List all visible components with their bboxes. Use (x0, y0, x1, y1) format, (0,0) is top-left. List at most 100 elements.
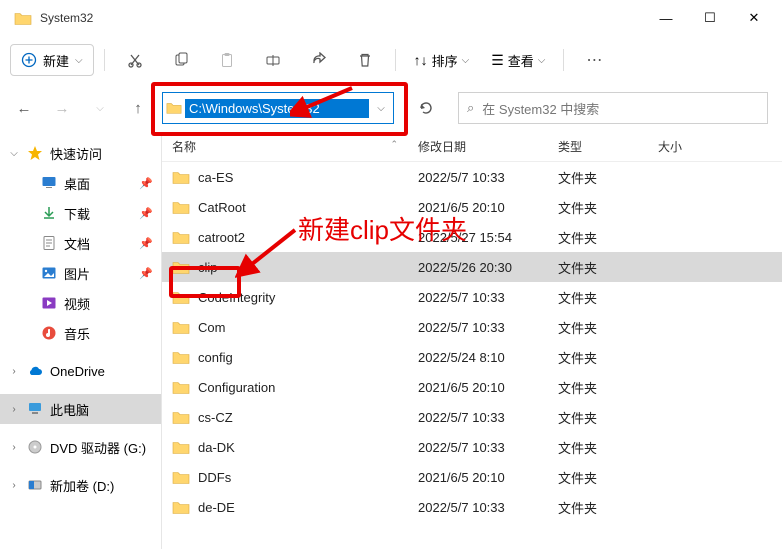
file-name: clip (198, 260, 218, 275)
sidebar-item-quick-access[interactable]: ⌵ 快速访问 (0, 138, 161, 168)
column-header-size[interactable]: 大小 (648, 138, 782, 155)
file-date: 2022/5/7 10:33 (408, 290, 548, 305)
cut-button[interactable] (115, 44, 155, 76)
file-name: da-DK (198, 440, 235, 455)
sort-indicator-icon: ⌃ (390, 139, 398, 150)
view-label: 查看 (508, 51, 534, 70)
sort-button[interactable]: ↑↓ 排序 ⌵ (406, 51, 478, 70)
cloud-icon (26, 363, 44, 379)
file-row[interactable]: ca-ES2022/5/7 10:33文件夹 (162, 162, 782, 192)
music-icon (40, 325, 58, 341)
rename-icon (265, 52, 281, 68)
file-row[interactable]: cs-CZ2022/5/7 10:33文件夹 (162, 402, 782, 432)
folder-icon (172, 470, 190, 485)
file-date: 2022/5/27 15:54 (408, 230, 548, 245)
file-row[interactable]: CodeIntegrity2022/5/7 10:33文件夹 (162, 282, 782, 312)
folder-icon (172, 440, 190, 455)
address-dropdown[interactable]: ⌵ (369, 103, 393, 114)
file-row[interactable]: clip 2022/5/26 20:30文件夹 (162, 252, 782, 282)
column-header-modified[interactable]: 修改日期 (408, 138, 548, 155)
forward-button[interactable]: → (48, 94, 76, 122)
plus-icon (21, 52, 37, 68)
close-button[interactable]: ✕ (732, 2, 776, 34)
sidebar-item-label: 图片 (64, 264, 90, 283)
refresh-icon (418, 100, 434, 116)
sort-icon: ↑↓ (414, 52, 428, 68)
sidebar-item-downloads[interactable]: 下载📌 (14, 198, 161, 228)
file-row[interactable]: da-DK2022/5/7 10:33文件夹 (162, 432, 782, 462)
sidebar-item-desktop[interactable]: 桌面 📌 (14, 168, 161, 198)
address-bar[interactable]: ⌵ (162, 92, 394, 124)
back-button[interactable]: ← (10, 94, 38, 122)
file-name: de-DE (198, 500, 235, 515)
file-row[interactable]: config2022/5/24 8:10文件夹 (162, 342, 782, 372)
sidebar-item-onedrive[interactable]: ›OneDrive (0, 356, 161, 386)
file-row[interactable]: Com2022/5/7 10:33文件夹 (162, 312, 782, 342)
file-date: 2021/6/5 20:10 (408, 380, 548, 395)
recent-dropdown[interactable]: ⌵ (86, 94, 114, 122)
view-button[interactable]: ☰ 查看 ⌵ (483, 51, 553, 70)
file-date: 2021/6/5 20:10 (408, 470, 548, 485)
file-row[interactable]: catroot22022/5/27 15:54文件夹 (162, 222, 782, 252)
chevron-down-icon: ⌵ (538, 55, 546, 66)
file-type: 文件夹 (548, 258, 648, 277)
chevron-down-icon: ⌵ (462, 55, 470, 66)
sidebar-item-dvd[interactable]: ›DVD 驱动器 (G:) (0, 432, 161, 462)
file-row[interactable]: DDFs 2021/6/5 20:10文件夹 (162, 462, 782, 492)
minimize-button[interactable]: ― (644, 2, 688, 34)
file-type: 文件夹 (548, 288, 648, 307)
file-date: 2022/5/24 8:10 (408, 350, 548, 365)
sidebar-item-videos[interactable]: 视频 (14, 288, 161, 318)
file-date: 2022/5/26 20:30 (408, 260, 548, 275)
sidebar-item-pictures[interactable]: 图片 📌 (14, 258, 161, 288)
sidebar-item-label: OneDrive (50, 364, 105, 379)
delete-button[interactable] (345, 44, 385, 76)
chevron-down-icon: ⌵ (8, 148, 20, 159)
file-name: catroot2 (198, 230, 245, 245)
maximize-button[interactable]: ☐ (688, 2, 732, 34)
search-input[interactable]: ⌕ 在 System32 中搜索 (458, 92, 768, 124)
pc-icon (26, 401, 44, 417)
new-button[interactable]: 新建 ⌵ (10, 44, 94, 76)
paste-button[interactable] (207, 44, 247, 76)
sort-label: 排序 (432, 51, 458, 70)
file-row[interactable]: de-DE2022/5/7 10:33文件夹 (162, 492, 782, 522)
column-header-name[interactable]: 名称 ⌃ (162, 138, 408, 155)
file-date: 2022/5/7 10:33 (408, 500, 548, 515)
pin-icon: 📌 (139, 267, 153, 280)
file-name: DDFs (198, 470, 231, 485)
column-header-type[interactable]: 类型 (548, 138, 648, 155)
folder-icon (172, 380, 190, 395)
file-row[interactable]: CatRoot2021/6/5 20:10文件夹 (162, 192, 782, 222)
column-header-row: 名称 ⌃ 修改日期 类型 大小 (162, 132, 782, 162)
share-button[interactable] (299, 44, 339, 76)
file-type: 文件夹 (548, 408, 648, 427)
file-name: CatRoot (198, 200, 246, 215)
rename-button[interactable] (253, 44, 293, 76)
sidebar-item-label: 新加卷 (D:) (50, 476, 114, 495)
sidebar-item-label: 下载 (64, 204, 90, 223)
pin-icon: 📌 (139, 177, 153, 190)
folder-icon (172, 200, 190, 215)
navigation-row: ← → ⌵ ↑ ⌵ ⌕ 在 System32 中搜索 (0, 84, 782, 132)
up-button[interactable]: ↑ (124, 94, 152, 122)
sidebar-item-label: DVD 驱动器 (G:) (50, 438, 146, 457)
refresh-button[interactable] (410, 92, 442, 124)
copy-button[interactable] (161, 44, 201, 76)
file-row[interactable]: Configuration2021/6/5 20:10文件夹 (162, 372, 782, 402)
titlebar: System32 ― ☐ ✕ (0, 0, 782, 36)
file-name: Com (198, 320, 225, 335)
sidebar-item-this-pc[interactable]: ›此电脑 (0, 394, 161, 424)
sidebar-item-documents[interactable]: 文档📌 (14, 228, 161, 258)
sidebar-item-new-volume[interactable]: ›新加卷 (D:) (0, 470, 161, 500)
file-type: 文件夹 (548, 168, 648, 187)
folder-icon (172, 170, 190, 185)
file-date: 2022/5/7 10:33 (408, 320, 548, 335)
more-button[interactable]: ⋯ (574, 44, 614, 76)
sidebar-item-music[interactable]: 音乐 (14, 318, 161, 348)
address-input[interactable] (185, 99, 369, 118)
scissors-icon (127, 52, 143, 68)
disc-icon (26, 439, 44, 455)
file-type: 文件夹 (548, 468, 648, 487)
sidebar-item-label: 桌面 (64, 174, 90, 193)
